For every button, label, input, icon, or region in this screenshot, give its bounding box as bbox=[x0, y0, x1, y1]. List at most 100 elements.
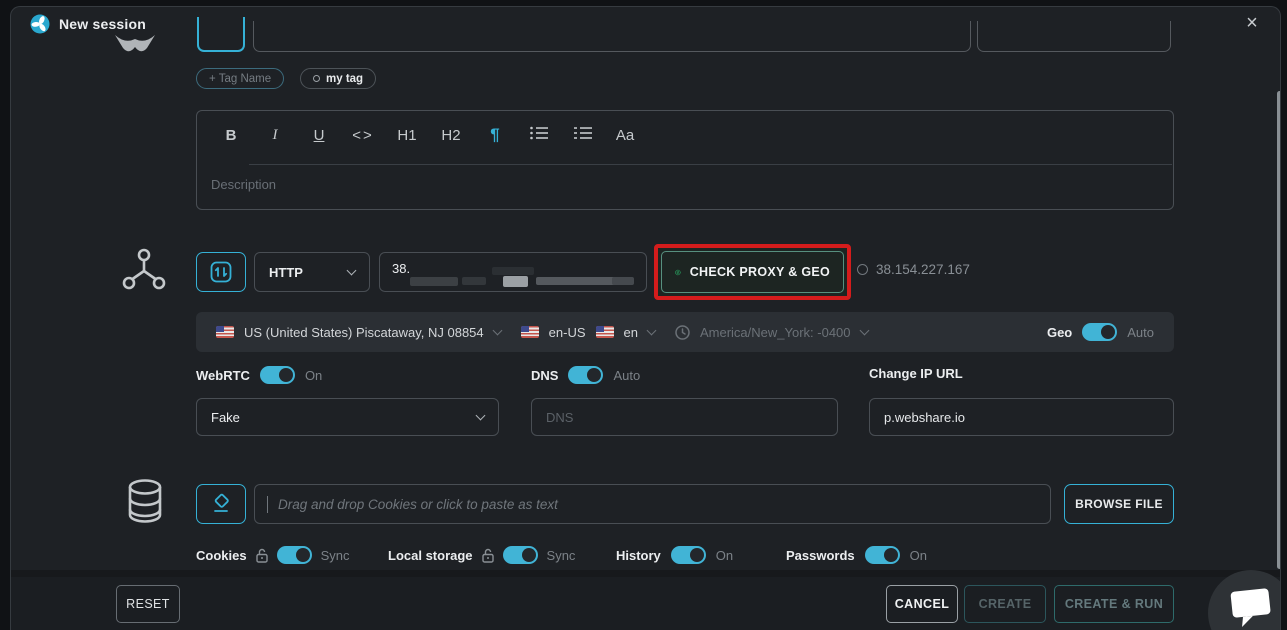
dns-toggle[interactable] bbox=[568, 366, 603, 384]
change-ip-label: Change IP URL bbox=[869, 366, 963, 381]
eraser-icon bbox=[210, 493, 232, 515]
swap-horizontal-icon bbox=[675, 262, 681, 283]
dns-input[interactable]: DNS bbox=[531, 398, 838, 436]
passwords-state: On bbox=[910, 548, 927, 563]
create-and-run-button[interactable]: CREATE & RUN bbox=[1054, 585, 1174, 623]
tag-chip[interactable]: my tag bbox=[300, 68, 376, 89]
history-toggle[interactable] bbox=[671, 546, 706, 564]
session-extra-field-partial[interactable] bbox=[977, 21, 1171, 52]
modal-title: New session bbox=[59, 16, 146, 32]
cancel-button[interactable]: CANCEL bbox=[886, 585, 958, 623]
paste-cookies-button[interactable] bbox=[196, 484, 246, 524]
webrtc-label: WebRTC bbox=[196, 368, 250, 383]
geo-location-text[interactable]: US (United States) Piscataway, NJ 08854 bbox=[244, 325, 484, 340]
bullet-list-icon bbox=[530, 126, 548, 140]
font-button[interactable]: Aa bbox=[605, 127, 645, 144]
tag-chip-label: my tag bbox=[326, 73, 363, 85]
browse-file-button[interactable]: BROWSE FILE bbox=[1064, 484, 1174, 524]
change-ip-url-value: p.webshare.io bbox=[884, 410, 965, 425]
footer-bar: RESET CANCEL CREATE CREATE & RUN bbox=[11, 577, 1280, 630]
italic-button[interactable]: I bbox=[253, 127, 297, 144]
proxy-protocol-select[interactable]: HTTP bbox=[254, 252, 370, 292]
editor-divider bbox=[249, 164, 1172, 165]
icon-field-partial[interactable] bbox=[197, 17, 245, 52]
underline-button[interactable]: U bbox=[297, 127, 341, 144]
dns-label: DNS bbox=[531, 368, 558, 383]
description-editor[interactable]: B I U <> H1 H2 ¶ bbox=[196, 110, 1174, 210]
redacted-block bbox=[410, 277, 458, 286]
bold-button[interactable]: B bbox=[209, 127, 253, 144]
proxy-address-input[interactable]: 38. bbox=[379, 252, 647, 292]
unlock-icon[interactable] bbox=[482, 548, 494, 563]
passwords-label: Passwords bbox=[786, 548, 855, 563]
local-storage-label: Local storage bbox=[388, 548, 473, 563]
history-state: On bbox=[716, 548, 733, 563]
webrtc-toggle[interactable] bbox=[260, 366, 295, 384]
us-flag-icon bbox=[216, 326, 234, 338]
change-ip-url-input[interactable]: p.webshare.io bbox=[869, 398, 1174, 436]
create-button[interactable]: CREATE bbox=[964, 585, 1046, 623]
chevron-down-icon[interactable] bbox=[859, 325, 869, 335]
proxy-network-icon bbox=[121, 247, 167, 293]
cookies-sync-toggle[interactable] bbox=[277, 546, 312, 564]
h1-button[interactable]: H1 bbox=[385, 127, 429, 144]
chevron-down-icon[interactable] bbox=[492, 325, 502, 335]
app-logo-icon bbox=[30, 14, 50, 34]
code-button[interactable]: <> bbox=[341, 127, 385, 144]
dns-toggle-group: DNS Auto bbox=[531, 366, 640, 384]
cookies-drop-input[interactable]: Drag and drop Cookies or click to paste … bbox=[254, 484, 1051, 524]
close-icon[interactable]: × bbox=[1240, 11, 1264, 35]
browse-file-label: BROWSE FILE bbox=[1075, 497, 1163, 511]
paragraph-button[interactable]: ¶ bbox=[473, 125, 517, 145]
status-circle-icon bbox=[857, 264, 868, 275]
chevron-down-icon[interactable] bbox=[647, 325, 657, 335]
cancel-label: CANCEL bbox=[895, 597, 949, 611]
webrtc-toggle-group: WebRTC On bbox=[196, 366, 322, 384]
passwords-toggle[interactable] bbox=[865, 546, 900, 564]
database-icon bbox=[126, 478, 164, 524]
vertical-scrollbar[interactable] bbox=[1277, 91, 1281, 569]
webrtc-mode-select[interactable]: Fake bbox=[196, 398, 499, 436]
proxy-mode-button[interactable] bbox=[196, 252, 246, 292]
language-secondary-text[interactable]: en bbox=[624, 325, 638, 340]
resolved-ip-value: 38.154.227.167 bbox=[876, 262, 970, 277]
check-proxy-geo-button[interactable]: CHECK PROXY & GEO bbox=[661, 251, 844, 293]
ordered-list-icon bbox=[574, 126, 592, 140]
footer-separator bbox=[11, 570, 1280, 577]
redacted-block bbox=[612, 277, 634, 285]
geo-summary-bar: US (United States) Piscataway, NJ 08854 … bbox=[196, 312, 1174, 352]
new-session-dialog-screen: New session × + Tag Name my tag B I U <>… bbox=[0, 0, 1287, 630]
passwords-toggle-group: Passwords On bbox=[786, 546, 927, 564]
local-storage-toggle[interactable] bbox=[503, 546, 538, 564]
timezone-text[interactable]: America/New_York: -0400 bbox=[700, 325, 851, 340]
new-session-modal: New session × + Tag Name my tag B I U <>… bbox=[10, 6, 1281, 630]
description-placeholder: Description bbox=[211, 177, 276, 192]
cookies-sync-group: Cookies Sync bbox=[196, 546, 349, 564]
webrtc-state-text: On bbox=[305, 368, 322, 383]
mask-icon bbox=[114, 35, 156, 59]
h2-button[interactable]: H2 bbox=[429, 127, 473, 144]
reset-button[interactable]: RESET bbox=[116, 585, 180, 623]
geo-toggle-group: Geo Auto bbox=[1047, 323, 1154, 341]
add-tag-placeholder: + Tag Name bbox=[209, 73, 271, 85]
proxy-protocol-value: HTTP bbox=[269, 265, 303, 280]
create-label: CREATE bbox=[979, 597, 1032, 611]
geo-toggle[interactable] bbox=[1082, 323, 1117, 341]
check-proxy-geo-label: CHECK PROXY & GEO bbox=[690, 265, 830, 279]
text-caret bbox=[267, 496, 268, 513]
clock-icon bbox=[675, 325, 690, 340]
language-primary-text[interactable]: en-US bbox=[549, 325, 586, 340]
us-flag-icon bbox=[596, 326, 614, 338]
session-name-field-partial[interactable] bbox=[253, 21, 971, 52]
resolved-ip-row: 38.154.227.167 bbox=[857, 262, 970, 277]
create-and-run-label: CREATE & RUN bbox=[1065, 597, 1163, 611]
unlock-icon[interactable] bbox=[256, 548, 268, 563]
ordered-list-button[interactable] bbox=[561, 126, 605, 144]
redacted-block bbox=[492, 267, 534, 275]
cookies-drop-placeholder: Drag and drop Cookies or click to paste … bbox=[278, 497, 558, 512]
redacted-block bbox=[503, 276, 528, 287]
geo-label: Geo bbox=[1047, 325, 1072, 340]
add-tag-input[interactable]: + Tag Name bbox=[196, 68, 284, 89]
local-storage-state: Sync bbox=[547, 548, 576, 563]
bullet-list-button[interactable] bbox=[517, 126, 561, 144]
